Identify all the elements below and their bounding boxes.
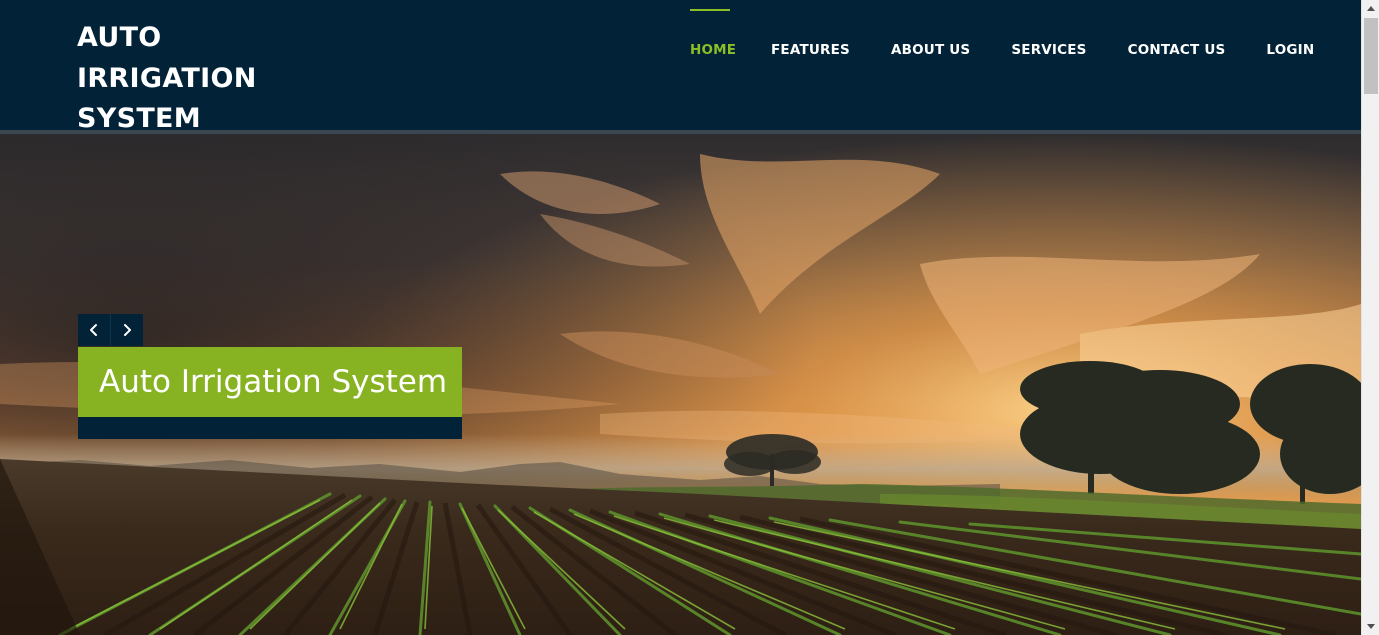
slide-caption: Auto Irrigation System: [78, 347, 462, 417]
logo-line-1: AUTO: [77, 22, 162, 53]
chevron-right-icon: [124, 324, 131, 336]
nav-contact-us[interactable]: CONTACT US: [1128, 0, 1226, 100]
scrollbar-thumb[interactable]: [1364, 18, 1378, 94]
nav-about-us[interactable]: ABOUT US: [891, 0, 970, 100]
slider-next-button[interactable]: [110, 314, 143, 346]
site-logo[interactable]: AUTO IRRIGATION SYSTEM: [77, 18, 277, 140]
slider-controls: [78, 314, 143, 346]
nav-services[interactable]: SERVICES: [1011, 0, 1086, 100]
main-nav: HOME FEATURES ABOUT US SERVICES CONTACT …: [669, 0, 1314, 100]
scroll-down-arrow-icon[interactable]: [1362, 619, 1379, 635]
nav-login[interactable]: LOGIN: [1266, 0, 1314, 100]
chevron-left-icon: [90, 324, 97, 336]
nav-features[interactable]: FEATURES: [771, 0, 850, 100]
scroll-up-arrow-icon[interactable]: [1362, 0, 1379, 16]
header-divider: [0, 130, 1361, 134]
site-header: AUTO IRRIGATION SYSTEM HOME FEATURES ABO…: [0, 0, 1361, 134]
slide-caption-bar: [78, 417, 462, 439]
logo-line-2: IRRIGATION: [77, 62, 257, 94]
nav-home[interactable]: HOME: [690, 0, 736, 100]
page: AUTO IRRIGATION SYSTEM HOME FEATURES ABO…: [0, 0, 1361, 635]
vertical-scrollbar[interactable]: [1361, 0, 1379, 635]
slider-prev-button[interactable]: [78, 314, 110, 346]
